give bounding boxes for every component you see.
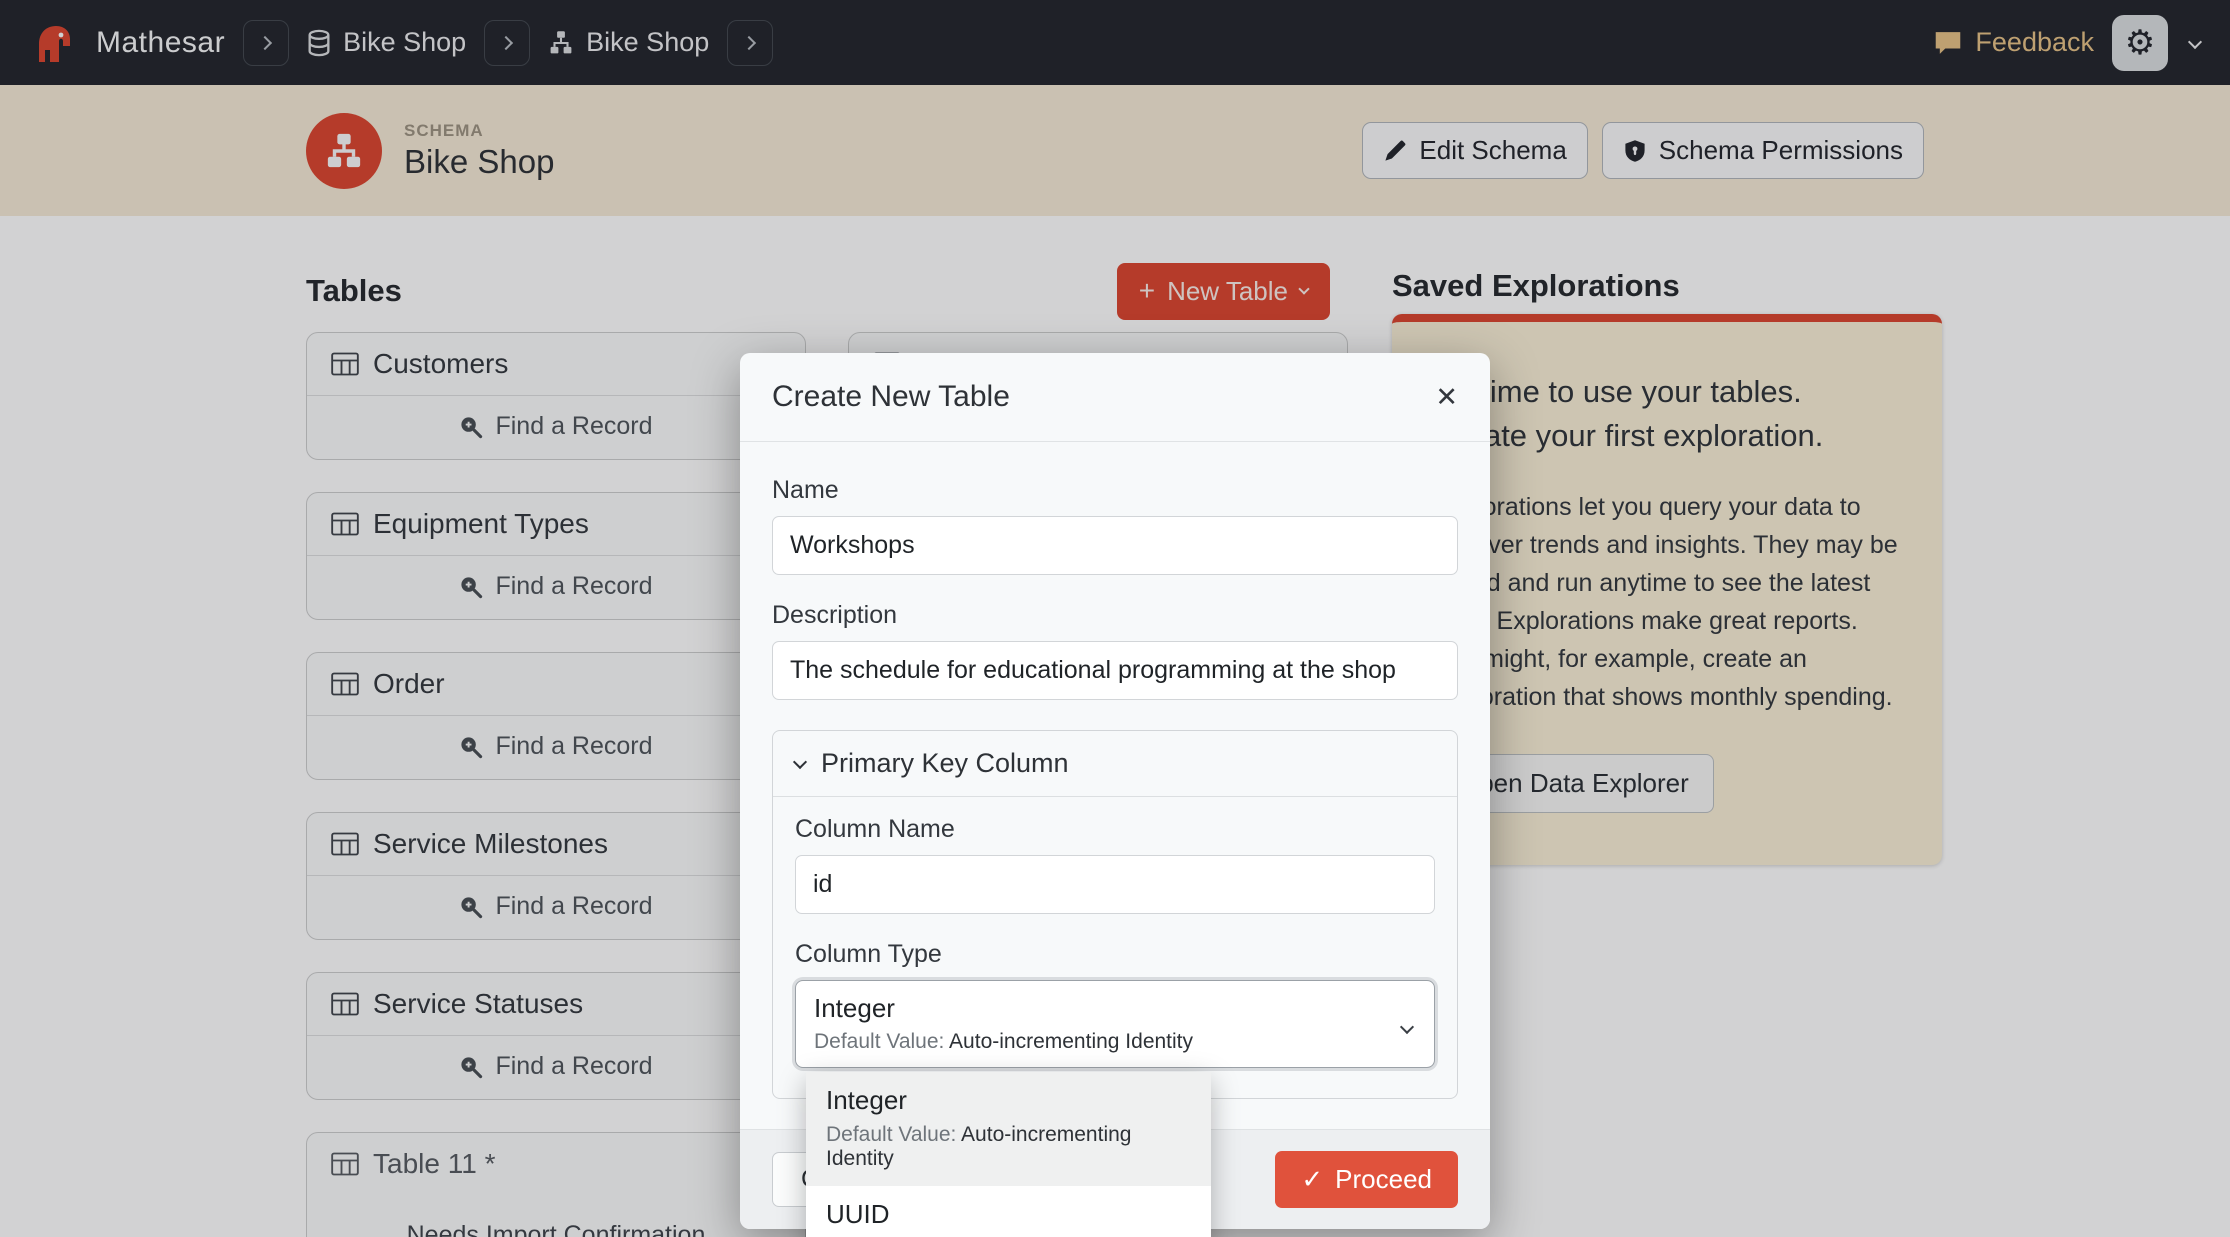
option-name: UUID [826,1199,1191,1230]
column-name-input[interactable] [795,855,1435,914]
proceed-label: Proceed [1335,1164,1432,1195]
default-value-prefix: Default Value: [814,1030,944,1053]
primary-key-title: Primary Key Column [821,748,1069,779]
option-name: Integer [826,1085,1191,1116]
primary-key-section: Primary Key Column Column Name Column Ty… [772,730,1458,1099]
type-option-uuid[interactable]: UUID Default Value: Random UUIDv4 [806,1186,1211,1237]
primary-key-collapse-header[interactable]: Primary Key Column [773,731,1457,797]
column-type-label: Column Type [795,940,1435,969]
create-new-table-modal: Create New Table ✕ Name Description Prim… [740,353,1490,1229]
default-value-text: Auto-incrementing Identity [949,1030,1193,1053]
description-input[interactable] [772,641,1458,700]
type-option-integer[interactable]: Integer Default Value: Auto-incrementing… [806,1072,1211,1186]
proceed-button[interactable]: ✓ Proceed [1275,1151,1458,1208]
column-type-select[interactable]: Integer Default Value: Auto-incrementing… [795,980,1435,1068]
chevron-down-icon [793,754,807,768]
name-label: Name [772,476,1458,505]
column-type-dropdown: Integer Default Value: Auto-incrementing… [806,1072,1211,1237]
check-icon: ✓ [1301,1164,1323,1195]
modal-title: Create New Table [772,380,1010,414]
column-type-value: Integer [814,993,1378,1024]
description-label: Description [772,601,1458,630]
chevron-down-icon [1402,1019,1412,1037]
option-default-prefix: Default Value: [826,1123,956,1146]
column-name-label: Column Name [795,815,1435,844]
name-input[interactable] [772,516,1458,575]
close-icon[interactable]: ✕ [1435,382,1458,413]
